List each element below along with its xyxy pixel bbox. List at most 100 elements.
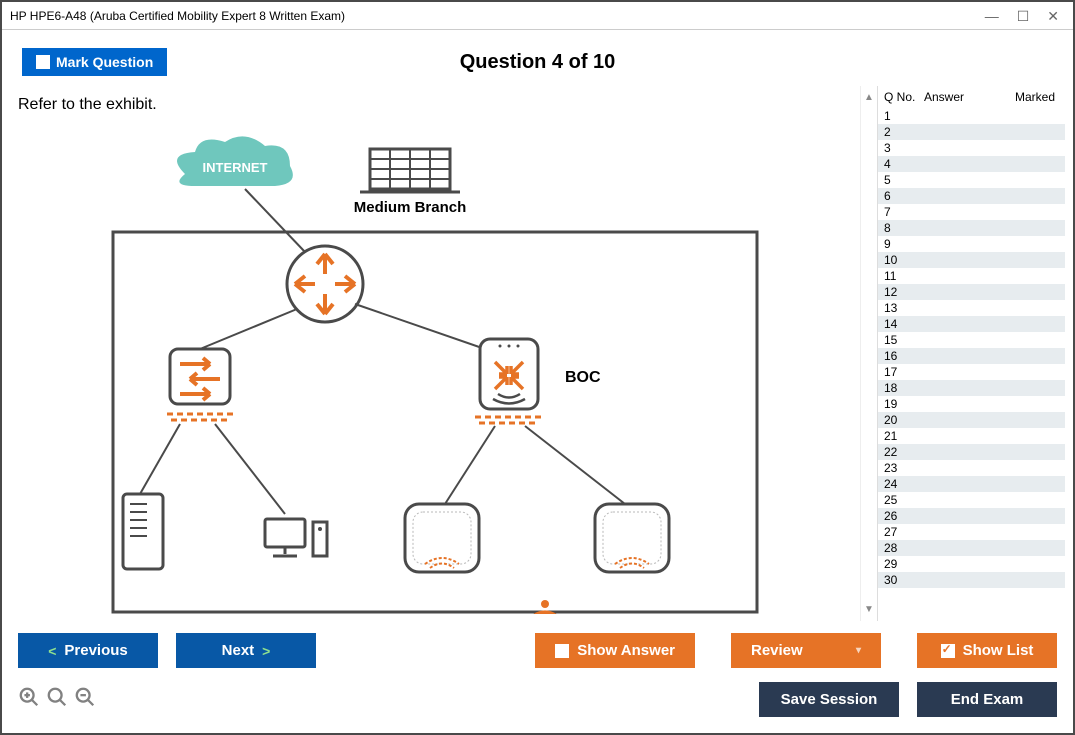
switch-icon (167, 349, 233, 420)
footer: < Previous Next > Show Answer Review ▾ S… (2, 621, 1073, 733)
row-answer (924, 125, 994, 139)
question-counter: Question 4 of 10 (460, 51, 616, 74)
end-exam-button[interactable]: End Exam (917, 682, 1057, 717)
row-answer (924, 221, 994, 235)
question-list-row[interactable]: 18 (878, 380, 1065, 396)
row-marked (994, 477, 1059, 491)
row-qno: 2 (884, 125, 924, 139)
question-list-row[interactable]: 20 (878, 412, 1065, 428)
row-qno: 12 (884, 285, 924, 299)
router-icon (287, 246, 363, 322)
question-list-row[interactable]: 17 (878, 364, 1065, 380)
show-answer-button[interactable]: Show Answer (535, 633, 695, 668)
row-answer (924, 429, 994, 443)
question-list-row[interactable]: 28 (878, 540, 1065, 556)
question-list-row[interactable]: 21 (878, 428, 1065, 444)
row-marked (994, 461, 1059, 475)
row-answer (924, 525, 994, 539)
row-marked (994, 301, 1059, 315)
row-marked (994, 541, 1059, 555)
question-list-row[interactable]: 24 (878, 476, 1065, 492)
maximize-icon[interactable]: ☐ (1017, 9, 1030, 23)
question-list-row[interactable]: 16 (878, 348, 1065, 364)
row-qno: 29 (884, 557, 924, 571)
row-answer (924, 109, 994, 123)
question-list-row[interactable]: 30 (878, 572, 1065, 588)
question-list-row[interactable]: 19 (878, 396, 1065, 412)
question-list-row[interactable]: 3 (878, 140, 1065, 156)
svg-text:Medium Branch: Medium Branch (354, 199, 467, 216)
save-session-button[interactable]: Save Session (759, 682, 899, 717)
svg-text:BOC: BOC (565, 369, 601, 386)
question-prompt: Refer to the exhibit. (18, 96, 852, 114)
question-list-row[interactable]: 15 (878, 332, 1065, 348)
show-list-label: Show List (963, 642, 1034, 659)
review-button[interactable]: Review ▾ (731, 633, 881, 668)
question-list-header: Q No. Answer Marked (878, 86, 1065, 108)
question-list-row[interactable]: 13 (878, 300, 1065, 316)
row-qno: 28 (884, 541, 924, 555)
content-pane: Refer to the exhibit. INTERNET (10, 86, 861, 621)
zoom-reset-icon[interactable] (46, 686, 68, 714)
row-answer (924, 445, 994, 459)
question-list-row[interactable]: 8 (878, 220, 1065, 236)
minimize-icon[interactable]: — (985, 9, 999, 23)
scroll-up-icon[interactable]: ▲ (864, 92, 874, 103)
question-list-row[interactable]: 1 (878, 108, 1065, 124)
row-marked (994, 173, 1059, 187)
row-qno: 19 (884, 397, 924, 411)
row-qno: 23 (884, 461, 924, 475)
footer-secondary-row: Save Session End Exam (18, 682, 1057, 717)
row-answer (924, 349, 994, 363)
scroll-down-icon[interactable]: ▼ (864, 604, 874, 615)
row-marked (994, 189, 1059, 203)
question-list-row[interactable]: 14 (878, 316, 1065, 332)
question-list-body[interactable]: 1234567891011121314151617181920212223242… (878, 108, 1065, 621)
next-button[interactable]: Next > (176, 633, 316, 668)
zoom-out-icon[interactable] (74, 686, 96, 714)
mark-question-label: Mark Question (56, 54, 153, 70)
row-qno: 10 (884, 253, 924, 267)
close-icon[interactable]: ✕ (1047, 9, 1059, 23)
question-list-row[interactable]: 11 (878, 268, 1065, 284)
svg-text:INTERNET: INTERNET (203, 160, 268, 175)
row-marked (994, 221, 1059, 235)
app-window: HP HPE6-A48 (Aruba Certified Mobility Ex… (0, 0, 1075, 735)
question-list-row[interactable]: 26 (878, 508, 1065, 524)
show-list-button[interactable]: Show List (917, 633, 1057, 668)
row-marked (994, 285, 1059, 299)
question-list-row[interactable]: 27 (878, 524, 1065, 540)
question-list-row[interactable]: 22 (878, 444, 1065, 460)
row-marked (994, 397, 1059, 411)
row-marked (994, 333, 1059, 347)
question-list-row[interactable]: 29 (878, 556, 1065, 572)
question-list-row[interactable]: 10 (878, 252, 1065, 268)
row-qno: 8 (884, 221, 924, 235)
question-list-row[interactable]: 6 (878, 188, 1065, 204)
question-list-row[interactable]: 7 (878, 204, 1065, 220)
question-list-row[interactable]: 12 (878, 284, 1065, 300)
row-marked (994, 141, 1059, 155)
show-answer-label: Show Answer (577, 642, 675, 659)
row-qno: 16 (884, 349, 924, 363)
mark-question-button[interactable]: Mark Question (22, 48, 167, 76)
row-answer (924, 333, 994, 347)
content-scrollbar[interactable]: ▲ ▼ (861, 86, 877, 621)
previous-button[interactable]: < Previous (18, 633, 158, 668)
row-qno: 11 (884, 269, 924, 283)
row-answer (924, 541, 994, 555)
question-list-row[interactable]: 23 (878, 460, 1065, 476)
chevron-left-icon: < (48, 643, 56, 659)
question-list-row[interactable]: 25 (878, 492, 1065, 508)
question-list-row[interactable]: 9 (878, 236, 1065, 252)
row-qno: 4 (884, 157, 924, 171)
row-qno: 25 (884, 493, 924, 507)
row-marked (994, 365, 1059, 379)
chevron-right-icon: > (262, 643, 270, 659)
row-marked (994, 237, 1059, 251)
question-list-row[interactable]: 5 (878, 172, 1065, 188)
row-qno: 30 (884, 573, 924, 587)
question-list-row[interactable]: 4 (878, 156, 1065, 172)
zoom-in-icon[interactable] (18, 686, 40, 714)
question-list-row[interactable]: 2 (878, 124, 1065, 140)
